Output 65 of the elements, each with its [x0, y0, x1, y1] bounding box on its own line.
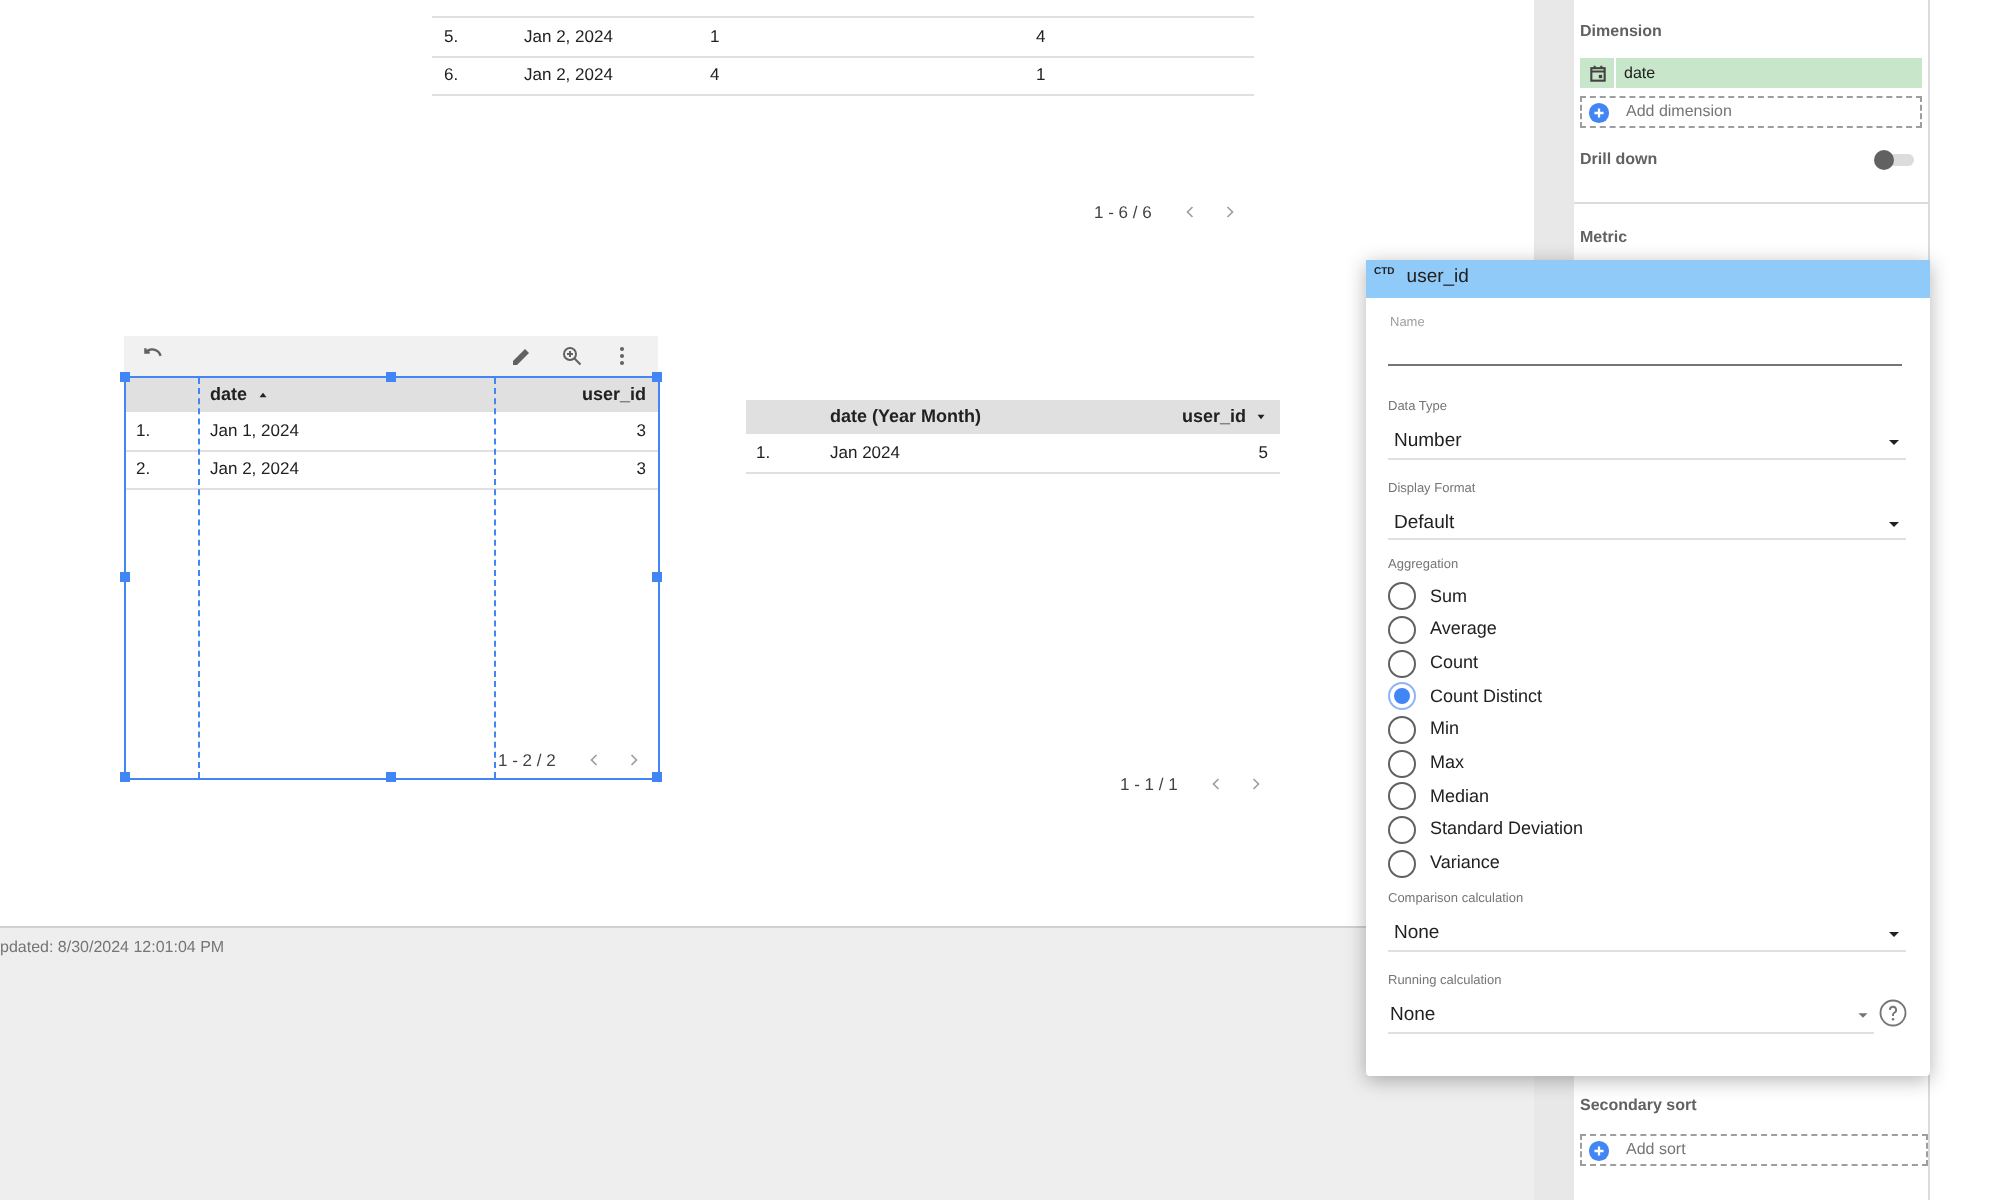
radio-option[interactable]: Variance	[1388, 847, 1500, 881]
calendar-icon	[1587, 63, 1607, 83]
table-cell: 3	[636, 458, 646, 479]
resize-handle[interactable]	[386, 372, 396, 382]
column-header[interactable]: user_id	[581, 381, 646, 409]
column-header[interactable]: date	[210, 381, 248, 409]
resize-handle[interactable]	[120, 372, 130, 382]
row-number: 2.	[136, 458, 151, 479]
column-header[interactable]: date (Year Month)	[830, 403, 982, 431]
dropdown[interactable]: Default	[1388, 508, 1906, 541]
resize-handle[interactable]	[120, 772, 130, 782]
plus-circle-icon	[1588, 101, 1610, 123]
pagination-text: 1 - 2 / 2	[498, 748, 556, 774]
dimension-chip[interactable]: date	[1580, 58, 1922, 88]
table-cell-text: 4	[710, 62, 722, 89]
section-title: Metric	[1580, 226, 1630, 250]
dropdown[interactable]: None	[1388, 999, 1874, 1034]
resize-handle[interactable]	[652, 572, 662, 582]
pagination-text: 1 - 1 / 1	[1120, 772, 1178, 798]
resize-handle[interactable]	[652, 372, 662, 382]
add-dimension-button[interactable]: Add dimension	[1580, 96, 1922, 128]
table-cell-text: 1	[710, 23, 722, 50]
sort-descending-icon[interactable]	[1254, 410, 1268, 424]
drill-down-toggle[interactable]	[1874, 150, 1914, 170]
resize-handle[interactable]	[120, 572, 130, 582]
table-cell: Jan 1, 2024	[210, 419, 299, 440]
section-title: Secondary sort	[1580, 1094, 1699, 1118]
pagination-text: 1 - 6 / 6	[1094, 200, 1152, 226]
help-icon[interactable]	[1878, 997, 1908, 1028]
row-number: 1.	[756, 441, 771, 462]
resize-handle[interactable]	[386, 772, 396, 782]
selected-table-chart[interactable]: date user_id 1. Jan 1, 2024 3 2. Jan 2, 2024 3 1 - 2 / 2	[124, 376, 660, 780]
row-number: 1.	[136, 419, 151, 440]
table-cell-text: Jan 2, 2024	[524, 23, 615, 50]
section-title: Dimension	[1580, 20, 1664, 44]
radio-option[interactable]: Count	[1388, 646, 1479, 681]
dropdown[interactable]: None	[1388, 919, 1906, 952]
table-cell-text: 5.	[442, 23, 461, 50]
table-cell: Jan 2024	[830, 441, 900, 462]
table-cell-text: Jan 2, 2024	[524, 62, 615, 89]
resize-handle[interactable]	[652, 772, 662, 782]
table-cell-text: 1	[1036, 62, 1048, 89]
column-header[interactable]: user_id	[1181, 403, 1246, 431]
last-updated-text: pdated: 8/30/2024 12:01:04 PM	[0, 936, 225, 960]
radio-option[interactable]: Count Distinct	[1388, 680, 1543, 714]
table-cell: Jan 2, 2024	[210, 458, 299, 479]
radio-option[interactable]: Median	[1388, 780, 1490, 814]
sort-ascending-icon[interactable]	[255, 388, 270, 402]
table-cell-text: 4	[1036, 23, 1048, 50]
pencil-icon[interactable]	[510, 344, 534, 368]
table-cell: 3	[636, 419, 646, 440]
radio-option[interactable]: Average	[1388, 613, 1497, 647]
drill-down-label: Drill down	[1580, 148, 1658, 172]
dimension-label: date	[1624, 61, 1656, 85]
popup-title: user_id	[1406, 264, 1469, 293]
zoom-icon[interactable]	[560, 344, 584, 368]
table-cell: 5	[1258, 441, 1268, 462]
table-cell-text: 6.	[442, 62, 461, 89]
radio-option[interactable]: Standard Deviation	[1388, 813, 1584, 847]
dropdown[interactable]: Number	[1388, 427, 1906, 459]
radio-option[interactable]: Min	[1388, 713, 1460, 747]
plus-circle-icon	[1588, 1139, 1610, 1161]
add-sort-button[interactable]: Add sort	[1580, 1134, 1928, 1166]
radio-option[interactable]: Sum	[1388, 580, 1468, 614]
radio-option[interactable]: Max	[1388, 746, 1465, 781]
